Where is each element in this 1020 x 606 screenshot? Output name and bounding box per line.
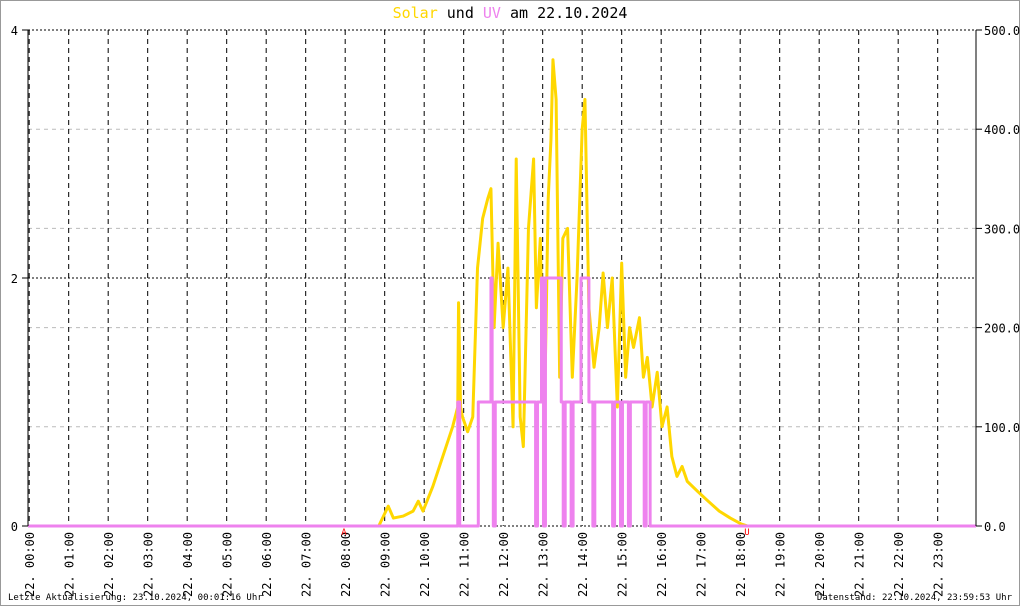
x-axis-label: 22. 20:00 [813,532,827,597]
left-axis-label: 2 [11,272,18,286]
chart-title: Solar und UV am 22.10.2024 [393,4,628,22]
last-update-text: Letzte Aktualisierung: 23.10.2024, 00:01… [8,593,263,603]
x-axis-label: 22. 11:00 [458,532,472,597]
x-axis-label: 22. 00:00 [23,532,37,597]
left-axis-label: 0 [11,520,18,534]
x-axis-label: 22. 10:00 [418,532,432,597]
x-axis-label: 22. 09:00 [379,532,393,597]
x-axis-label: 22. 21:00 [853,532,867,597]
x-axis-label: 22. 04:00 [181,532,195,597]
x-axis-label: 22. 19:00 [774,532,788,597]
x-axis-label: 22. 17:00 [695,532,709,597]
x-axis-label: 22. 01:00 [63,532,77,597]
data-state-text: Datenstand: 22.10.2024, 23:59:53 Uhr [816,593,1012,603]
title-und: und [447,4,474,22]
right-axis-label: 400.0 [984,123,1020,137]
sun-marker-label: A [341,528,347,538]
x-axis-label: 22. 22:00 [892,532,906,597]
x-axis-label: 22. 07:00 [300,532,314,597]
title-date: am 22.10.2024 [510,4,627,22]
solar-uv-chart: Solar und UV am 22.10.2024 0.0 100.0 200.0… [11,4,1020,597]
x-axis-label: 22. 08:00 [339,532,353,597]
x-axis-label: 22. 23:00 [932,532,946,597]
right-axis-label: 300.0 [984,222,1020,236]
title-solar: Solar [393,4,438,22]
x-axis-label: 22. 18:00 [734,532,748,597]
x-axis-label: 22. 14:00 [576,532,590,597]
title-uv: UV [483,4,501,22]
x-axis-label: 22. 05:00 [221,532,235,597]
x-axis-label: 22. 12:00 [497,532,511,597]
right-axis-label: 500.0 [984,24,1020,38]
right-axis-label: 0.0 [984,520,1006,534]
x-axis-label: 22. 06:00 [260,532,274,597]
right-axis-label: 200.0 [984,322,1020,336]
x-axis-label: 22. 13:00 [537,532,551,597]
right-axis-label: 100.0 [984,421,1020,435]
x-axis-label: 22. 02:00 [102,532,116,597]
x-axis-label: 22. 03:00 [142,532,156,597]
left-axis-label: 4 [11,24,18,38]
sun-marker-label: U [744,528,749,538]
x-axis-label: 22. 16:00 [655,532,669,597]
x-axis-label: 22. 15:00 [616,532,630,597]
